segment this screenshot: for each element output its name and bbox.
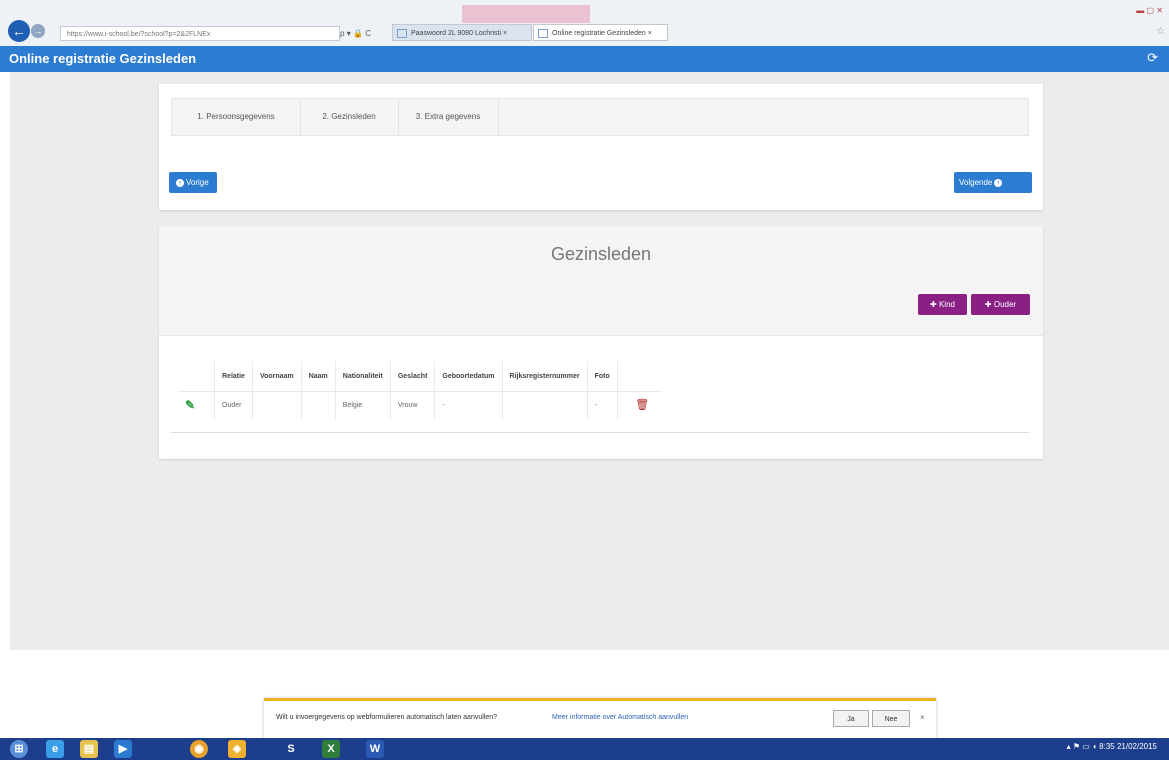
wizard-steps: 1. Persoonsgegevens 2. Gezinsleden 3. Ex… <box>171 98 1029 136</box>
app-header: Online registratie Gezinsleden ⟳ <box>0 46 1169 72</box>
page-icon <box>538 29 548 38</box>
step-persoonsgegevens[interactable]: 1. Persoonsgegevens <box>172 99 301 135</box>
cell-foto: - <box>586 391 618 419</box>
address-bar[interactable]: https://www.i-school.be/?school?p=2&2FLN… <box>60 26 340 41</box>
add-kind-button[interactable]: ✚ Kind <box>918 294 967 315</box>
col-rijksregisternummer: Rijksregisternummer <box>501 361 588 392</box>
close-icon[interactable]: × <box>920 713 925 722</box>
step-gezinsleden[interactable]: 2. Gezinsleden <box>300 99 399 135</box>
media-player-icon[interactable]: ▶ <box>114 740 132 758</box>
browser-tab-2[interactable]: Online registratie Gezinsleden × <box>533 24 668 41</box>
previous-button[interactable]: ‹ Vorige <box>169 172 217 193</box>
col-naam: Naam <box>300 361 336 392</box>
previous-button-label: Vorige <box>186 178 209 187</box>
app-title: Online registratie Gezinsleden <box>9 51 197 66</box>
blurred-region <box>462 5 590 23</box>
delete-cell: 🗑 <box>616 391 662 419</box>
browser-tab-1[interactable]: Paaswoord 2L 9080 Lochristi × <box>392 24 532 41</box>
browser-tab-label: Online registratie Gezinsleden × <box>552 30 652 37</box>
autocomplete-notification: Wilt u invoergegevens op webformulieren … <box>264 698 936 738</box>
internet-explorer-icon[interactable]: e <box>46 740 64 758</box>
back-button[interactable]: ← <box>8 20 30 42</box>
col-relatie: Relatie <box>214 361 253 392</box>
cell-geslacht: Vrouw <box>389 391 435 419</box>
chevron-left-icon: ‹ <box>176 178 184 187</box>
cell-rijksregisternummer <box>501 391 588 419</box>
browser-chrome: ← → https://www.i-school.be/?school?p=2&… <box>0 0 1169 46</box>
wizard-card: 1. Persoonsgegevens 2. Gezinsleden 3. Ex… <box>159 84 1043 210</box>
family-table: Relatie Voornaam Naam Nationaliteit Gesl… <box>178 361 662 419</box>
section-title: Gezinsleden <box>550 244 652 264</box>
cell-voornaam <box>251 391 302 419</box>
trash-icon[interactable]: 🗑 <box>635 400 649 411</box>
chrome-icon[interactable]: ◉ <box>190 740 208 758</box>
cell-nationaliteit: Belgie <box>334 391 391 419</box>
notification-yes-button[interactable]: Ja <box>833 710 869 727</box>
col-edit <box>178 361 215 392</box>
tray-icons[interactable]: ▴ ⚑ ▭ ◖ <box>1067 742 1097 751</box>
cell-relatie: Ouder <box>214 391 253 419</box>
notification-no-button[interactable]: Nee <box>872 710 910 727</box>
refresh-icon[interactable]: ⟳ <box>1147 50 1158 66</box>
tray-time: 8:35 <box>1099 742 1115 751</box>
notification-text: Wilt u invoergegevens op webformulieren … <box>276 714 498 721</box>
s-app-icon[interactable]: S <box>282 740 300 758</box>
window-controls[interactable]: ▬ ▢ ✕ <box>1136 6 1163 15</box>
family-members-card: Gezinsleden ✚ Kind ✚ Ouder Relatie Voorn… <box>159 226 1043 459</box>
address-tools[interactable]: ρ ▾ 🔒 C <box>340 26 371 41</box>
forward-button[interactable]: → <box>31 24 45 38</box>
section-header: Gezinsleden ✚ Kind ✚ Ouder <box>159 226 1043 336</box>
browser-tab-label: Paaswoord 2L 9080 Lochristi × <box>411 30 508 37</box>
favorites-icon[interactable]: ☆ <box>1156 26 1165 37</box>
plus-icon: ✚ <box>984 300 992 309</box>
col-geslacht: Geslacht <box>389 361 435 392</box>
paint-icon[interactable]: ◈ <box>228 740 246 758</box>
notification-link[interactable]: Meer informatie over Automatisch aanvull… <box>552 714 688 721</box>
excel-icon[interactable]: X <box>322 740 340 758</box>
col-foto: Foto <box>586 361 618 392</box>
cell-geboortedatum: - <box>434 391 503 419</box>
page-icon <box>397 29 407 38</box>
add-ouder-button[interactable]: ✚ Ouder <box>971 294 1030 315</box>
col-geboortedatum: Geboortedatum <box>434 361 503 392</box>
system-tray[interactable]: ▴ ⚑ ▭ ◖ 8:35 21/02/2015 <box>1067 742 1157 751</box>
start-button[interactable]: ⊞ <box>10 740 28 758</box>
chevron-right-icon: › <box>994 178 1003 187</box>
plus-icon: ✚ <box>930 300 937 309</box>
col-nationaliteit: Nationaliteit <box>334 361 391 392</box>
table-bottom-border <box>171 432 1029 433</box>
col-voornaam: Voornaam <box>251 361 302 392</box>
table-row: ✎ Ouder Belgie Vrouw - - 🗑 <box>178 391 662 419</box>
tray-date: 21/02/2015 <box>1116 742 1157 751</box>
word-icon[interactable]: W <box>366 740 384 758</box>
windows-taskbar: ⊞ e ▤ ▶ ◉ ◈ S X W ▴ ⚑ ▭ ◖ 8:35 21/02/201… <box>0 738 1169 760</box>
cell-naam <box>300 391 336 419</box>
add-ouder-label: Ouder <box>993 300 1017 309</box>
add-kind-label: Kind <box>938 300 955 309</box>
col-delete <box>616 361 662 392</box>
step-extra-gegevens[interactable]: 3. Extra gegevens <box>398 99 499 135</box>
edit-icon[interactable]: ✎ <box>185 399 197 411</box>
table-header-row: Relatie Voornaam Naam Nationaliteit Gesl… <box>178 361 662 392</box>
folder-icon[interactable]: ▤ <box>80 740 98 758</box>
edit-cell: ✎ <box>178 391 215 419</box>
next-button[interactable]: Volgende › <box>954 172 1032 193</box>
next-button-label: Volgende <box>959 178 993 187</box>
